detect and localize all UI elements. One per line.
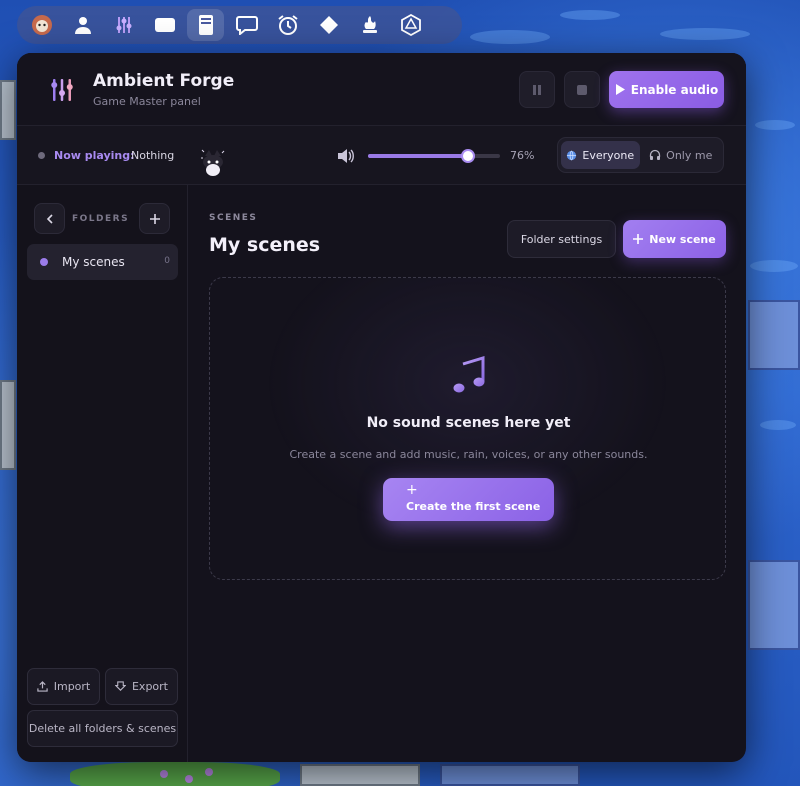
page-title: My scenes [209, 234, 321, 256]
scenes-kicker: SCENES [209, 213, 258, 223]
volume-icon[interactable] [337, 148, 355, 168]
play-icon [615, 84, 625, 95]
export-button[interactable]: Export [105, 668, 178, 705]
headphones-icon [650, 149, 661, 160]
audience-everyone-button[interactable]: Everyone [561, 141, 640, 169]
globe-icon [567, 150, 577, 160]
volume-slider-fill [368, 154, 469, 158]
app-title: Ambient Forge [93, 71, 235, 91]
folder-color-dot [40, 258, 48, 266]
music-note-icon [452, 355, 486, 398]
folder-settings-label: Folder settings [520, 232, 603, 246]
volume-slider[interactable] [368, 149, 500, 163]
audience-only-me-label: Only me [666, 148, 713, 162]
volume-slider-thumb[interactable] [461, 149, 476, 163]
plus-icon [633, 234, 644, 244]
sidebar-item-my-scenes[interactable]: My scenes 0 [27, 244, 178, 280]
audience-only-me-button[interactable]: Only me [642, 141, 721, 169]
chevron-left-icon [46, 213, 53, 224]
folder-name: My scenes [62, 255, 125, 269]
vtt-toolbar [17, 6, 462, 44]
book-icon[interactable] [187, 9, 224, 41]
empty-state-title: No sound scenes here yet [366, 415, 571, 431]
card-icon[interactable] [146, 9, 183, 41]
add-folder-button[interactable] [139, 203, 170, 234]
create-first-scene-button[interactable]: + Create the first scene [383, 478, 554, 521]
audience-everyone-label: Everyone [582, 148, 635, 162]
user-icon[interactable] [64, 9, 101, 41]
export-label: Export [131, 680, 168, 693]
app-subtitle: Game Master panel [93, 95, 201, 108]
folders-sidebar: FOLDERS My scenes 0 Import Export Delete… [17, 185, 188, 762]
enable-audio-label: Enable audio [630, 82, 719, 97]
app-logo-icon [43, 71, 81, 109]
now-playing-label: Now playing: [54, 149, 135, 162]
ambient-forge-panel: Ambient Forge Game Master panel Enable a… [17, 53, 746, 762]
audience-toggle: Everyone Only me [557, 137, 724, 173]
token-icon[interactable] [23, 9, 60, 41]
volume-percent: 76% [510, 149, 535, 162]
folders-label: FOLDERS [72, 214, 130, 224]
export-icon [114, 681, 126, 691]
empty-state: No sound scenes here yet Create a scene … [209, 277, 726, 580]
d20-icon[interactable] [392, 9, 429, 41]
import-button[interactable]: Import [27, 668, 100, 705]
pet-sprite-icon [197, 146, 229, 178]
folder-count: 0 [164, 256, 170, 266]
chat-icon[interactable] [228, 9, 265, 41]
now-playing-bar: Now playing: Nothing 76% Everyone Only m… [17, 126, 746, 185]
now-playing-value: Nothing [131, 149, 175, 162]
playing-status-dot [38, 152, 45, 159]
empty-state-subtitle: Create a scene and add music, rain, voic… [289, 448, 648, 461]
folder-settings-button[interactable]: Folder settings [507, 220, 616, 258]
create-plus: + [406, 482, 418, 498]
alarm-icon[interactable] [269, 9, 306, 41]
pause-button[interactable] [519, 71, 555, 108]
create-first-scene-label: Create the first scene [406, 500, 541, 513]
scenes-main: SCENES My scenes Folder settings New sce… [189, 185, 746, 762]
new-scene-button[interactable]: New scene [623, 220, 726, 258]
enable-audio-button[interactable]: Enable audio [609, 71, 724, 108]
sliders-icon[interactable] [105, 9, 142, 41]
delete-all-button[interactable]: Delete all folders & scenes [27, 710, 178, 747]
upload-icon [37, 681, 48, 692]
fire-hand-icon[interactable] [351, 9, 388, 41]
plus-icon [149, 213, 160, 224]
pause-icon [533, 84, 541, 95]
import-label: Import [53, 680, 91, 693]
panel-header: Ambient Forge Game Master panel Enable a… [17, 53, 746, 126]
diamond-icon[interactable] [310, 9, 347, 41]
collapse-sidebar-button[interactable] [34, 203, 65, 234]
delete-all-label: Delete all folders & scenes [28, 722, 177, 735]
stop-icon [577, 84, 587, 95]
new-scene-label: New scene [649, 232, 716, 246]
stop-button[interactable] [564, 71, 600, 108]
